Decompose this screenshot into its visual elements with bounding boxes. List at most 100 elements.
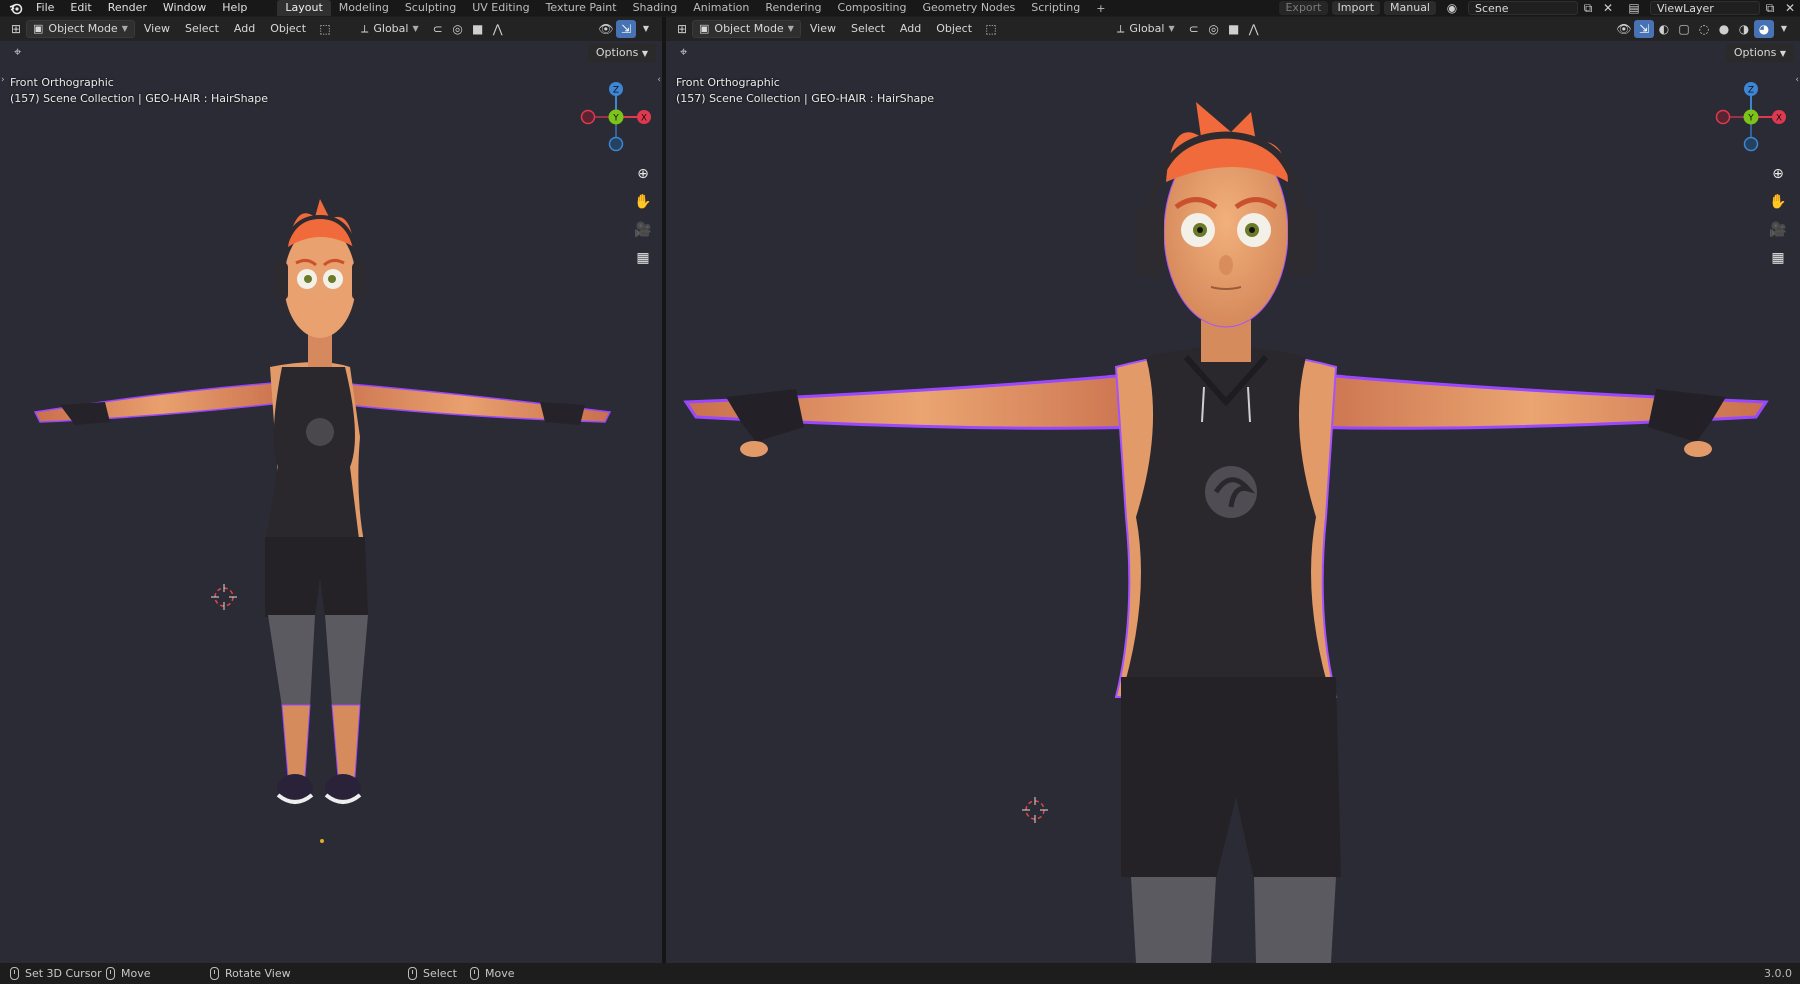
export-button[interactable]: Export — [1279, 1, 1328, 15]
shading-material-icon[interactable]: ◑ — [1734, 20, 1754, 38]
snap-icon[interactable]: ⊂ — [1184, 20, 1204, 38]
select-box-icon[interactable]: ⬚ — [315, 20, 335, 38]
menu-help[interactable]: Help — [214, 0, 255, 16]
chevron-down-icon: ▼ — [121, 24, 128, 33]
select-box-icon[interactable]: ⬚ — [981, 20, 1001, 38]
tab-uv-editing[interactable]: UV Editing — [464, 0, 537, 16]
shading-wireframe-icon[interactable]: ◌ — [1694, 20, 1714, 38]
blender-logo-icon[interactable] — [8, 1, 24, 15]
falloff-icon[interactable]: ⋀ — [488, 20, 508, 38]
3d-cursor-icon[interactable] — [211, 584, 237, 610]
viewport-left[interactable]: ⊞ ▣ Object Mode ▼ View Select Add Object ⬚… — [0, 17, 662, 963]
gizmo-z-label[interactable]: Z — [613, 86, 619, 96]
xray-icon[interactable]: ▢ — [1674, 20, 1694, 38]
shading-rendered-icon[interactable]: ◕ — [1754, 20, 1774, 38]
tab-sculpting[interactable]: Sculpting — [397, 0, 464, 16]
version-label: 3.0.0 — [1764, 967, 1792, 980]
new-view-layer-icon[interactable]: ⧉ — [1760, 0, 1780, 17]
view-layer-field[interactable]: ViewLayer — [1650, 1, 1760, 15]
shading-solid-icon[interactable]: ● — [1714, 20, 1734, 38]
editor-type-icon[interactable]: ⊞ — [672, 20, 692, 38]
viewport-right-header: ⊞ ▣ Object Mode ▼ View Select Add Object ⬚… — [666, 17, 1800, 41]
menu-view[interactable]: View — [804, 20, 842, 38]
snap-icon[interactable]: ⊂ — [428, 20, 448, 38]
character-model[interactable] — [20, 197, 620, 897]
visibility-icon[interactable]: 👁 — [1614, 20, 1634, 38]
object-mode-dropdown[interactable]: ▣ Object Mode ▼ — [26, 20, 135, 38]
status-hint-select: Select — [408, 967, 457, 980]
material-swatch-icon[interactable]: ■ — [1224, 20, 1244, 38]
view-name: Front Orthographic — [676, 76, 780, 89]
transform-pivot-icon: ⟂ — [361, 22, 369, 35]
navigation-gizmo[interactable]: Z X Y — [576, 73, 656, 153]
chevron-down-icon[interactable]: ▼ — [636, 20, 656, 38]
character-model[interactable] — [676, 97, 1776, 963]
options-dropdown[interactable]: Options ▼ — [1725, 44, 1794, 62]
transform-orientation-dropdown[interactable]: ⟂ Global ▼ — [1111, 20, 1181, 38]
delete-view-layer-icon[interactable]: ✕ — [1780, 0, 1800, 17]
scene-icon[interactable]: ◉ — [1442, 0, 1462, 17]
tab-layout[interactable]: Layout — [277, 0, 331, 16]
select-tool-icon[interactable]: ⌖ — [680, 45, 687, 60]
manual-button[interactable]: Manual — [1384, 1, 1436, 15]
tab-animation[interactable]: Animation — [685, 0, 757, 16]
top-menu-bar: File Edit Render Window Help Layout Mode… — [0, 0, 1800, 16]
import-button[interactable]: Import — [1331, 1, 1381, 15]
editor-type-icon[interactable]: ⊞ — [6, 20, 26, 38]
grid-ortho-icon[interactable]: ▦ — [632, 247, 654, 269]
overlay-icon[interactable]: ◐ — [1654, 20, 1674, 38]
3d-cursor-icon[interactable] — [1022, 797, 1048, 823]
material-swatch-icon[interactable]: ■ — [468, 20, 488, 38]
delete-scene-icon[interactable]: ✕ — [1598, 0, 1618, 17]
tab-texture-paint[interactable]: Texture Paint — [538, 0, 625, 16]
gizmo-x-label[interactable]: X — [641, 114, 647, 124]
viewport-right[interactable]: ⊞ ▣ Object Mode ▼ View Select Add Object ⬚… — [666, 17, 1800, 963]
falloff-icon[interactable]: ⋀ — [1244, 20, 1264, 38]
select-tool-icon[interactable]: ⌖ — [14, 45, 21, 60]
camera-icon[interactable]: 🎥 — [632, 219, 654, 241]
gizmo-icon[interactable]: ⇲ — [616, 20, 636, 38]
transform-pivot-icon: ⟂ — [1117, 22, 1125, 35]
proportional-edit-icon[interactable]: ◎ — [1204, 20, 1224, 38]
gizmo-x-label[interactable]: X — [1776, 114, 1782, 124]
menu-view[interactable]: View — [138, 20, 176, 38]
visibility-icon[interactable]: 👁 — [596, 20, 616, 38]
tab-rendering[interactable]: Rendering — [757, 0, 829, 16]
menu-file[interactable]: File — [28, 0, 62, 16]
scene-name-field[interactable]: Scene — [1468, 1, 1578, 15]
menu-object[interactable]: Object — [264, 20, 312, 38]
gizmo-y-label[interactable]: Y — [612, 114, 619, 124]
object-mode-dropdown[interactable]: ▣ Object Mode ▼ — [692, 20, 801, 38]
menu-add[interactable]: Add — [228, 20, 261, 38]
gizmo-z-label[interactable]: Z — [1748, 86, 1754, 96]
menu-select[interactable]: Select — [845, 20, 891, 38]
new-scene-icon[interactable]: ⧉ — [1578, 0, 1598, 17]
region-toggle-arrow-icon[interactable]: ‹ — [657, 75, 661, 85]
menu-window[interactable]: Window — [155, 0, 214, 16]
object-mode-icon: ▣ — [33, 22, 44, 35]
menu-edit[interactable]: Edit — [62, 0, 99, 16]
tab-compositing[interactable]: Compositing — [830, 0, 915, 16]
mouse-icon — [470, 967, 479, 980]
proportional-edit-icon[interactable]: ◎ — [448, 20, 468, 38]
gizmo-icon[interactable]: ⇲ — [1634, 20, 1654, 38]
region-toggle-arrow-icon[interactable]: ‹ — [1795, 75, 1799, 85]
zoom-icon[interactable]: ⊕ — [632, 163, 654, 185]
region-toggle-arrow-icon[interactable]: › — [1, 75, 5, 85]
add-workspace-button[interactable]: + — [1088, 2, 1113, 15]
tab-modeling[interactable]: Modeling — [331, 0, 397, 16]
menu-add[interactable]: Add — [894, 20, 927, 38]
view-layer-icon[interactable]: ▤ — [1624, 0, 1644, 17]
tab-geometry-nodes[interactable]: Geometry Nodes — [914, 0, 1023, 16]
chevron-down-icon[interactable]: ▼ — [1774, 20, 1794, 38]
pan-hand-icon[interactable]: ✋ — [632, 191, 654, 213]
transform-orientation-dropdown[interactable]: ⟂ Global ▼ — [355, 20, 425, 38]
menu-render[interactable]: Render — [100, 0, 155, 16]
tab-shading[interactable]: Shading — [625, 0, 686, 16]
mouse-icon — [210, 967, 219, 980]
status-hint-rotate-view: Rotate View — [210, 967, 291, 980]
menu-object[interactable]: Object — [930, 20, 978, 38]
menu-select[interactable]: Select — [179, 20, 225, 38]
tab-scripting[interactable]: Scripting — [1023, 0, 1088, 16]
options-dropdown[interactable]: Options ▼ — [587, 44, 656, 62]
